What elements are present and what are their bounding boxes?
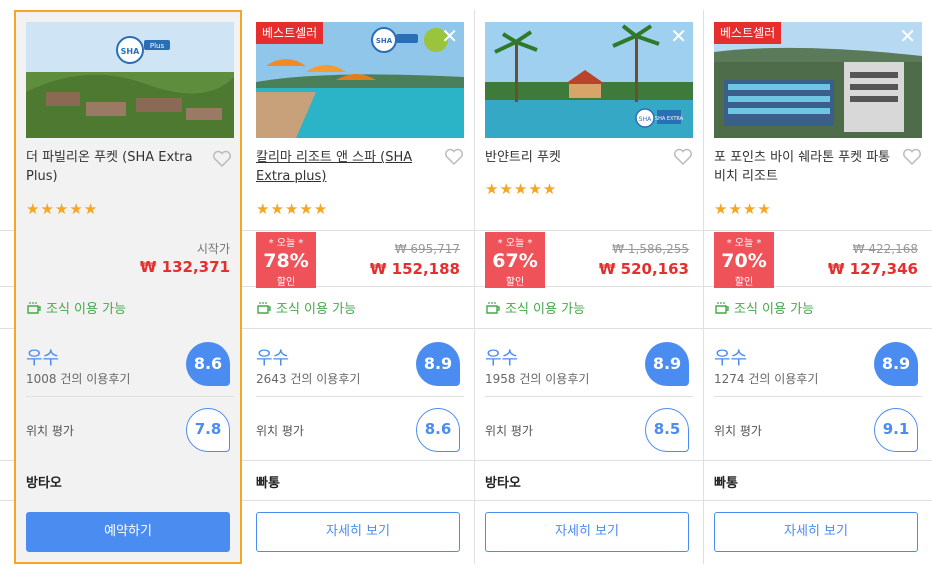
divider <box>26 396 234 397</box>
review-count[interactable]: 1958 건의 이용후기 <box>485 370 589 387</box>
location-score: 8.5 <box>645 408 689 452</box>
rating-word: 우수 <box>714 348 748 369</box>
location-score: 7.8 <box>186 408 230 452</box>
rating-word: 우수 <box>485 348 519 369</box>
bestseller-badge: 베스트셀러 <box>256 22 324 44</box>
divider <box>256 396 464 397</box>
review-count[interactable]: 1008 건의 이용후기 <box>26 370 130 387</box>
close-icon[interactable]: ✕ <box>899 26 916 46</box>
breakfast-label: 조식 이용 가능 <box>46 302 127 317</box>
original-price: ₩ 1,586,255 <box>612 242 689 256</box>
location-score: 8.6 <box>416 408 460 452</box>
palm-pool-image: SHA SHA EXTRA <box>485 22 693 138</box>
heart-outline-icon[interactable] <box>673 148 693 166</box>
hotel-card-1[interactable]: SHA Plus 더 파빌리온 푸켓 (SHA Extra Plus) ★★★★… <box>14 10 242 564</box>
hotel-name[interactable]: 포 포인츠 바이 쉐라톤 푸켓 파통 비치 리조트 <box>714 148 894 186</box>
hotel-comparison: SHA Plus 더 파빌리온 푸켓 (SHA Extra Plus) ★★★★… <box>0 0 932 574</box>
original-price: ₩ 422,168 <box>852 242 918 256</box>
breakfast-available: 조식 이용 가능 <box>485 298 585 317</box>
price: ₩ 132,371 <box>139 258 230 276</box>
area-name: 빠통 <box>714 476 738 491</box>
location-rating-label: 위치 평가 <box>256 424 304 438</box>
hotel-name[interactable]: 반얀트리 푸켓 <box>485 148 665 167</box>
deal-suffix: 할인 <box>505 277 525 288</box>
today-deal-badge: * 오늘 * 70% 할인 <box>714 232 774 288</box>
deal-percent: 78% <box>263 250 309 272</box>
heart-outline-icon[interactable] <box>902 148 922 166</box>
original-price: ₩ 695,717 <box>394 242 460 256</box>
price: ₩ 152,188 <box>369 260 460 278</box>
hotel-photo[interactable]: 베스트셀러 ✕ <box>714 22 922 138</box>
details-button[interactable]: 자세히 보기 <box>256 512 460 552</box>
divider <box>714 396 922 397</box>
breakfast-label: 조식 이용 가능 <box>505 302 586 317</box>
deal-suffix: 할인 <box>734 277 754 288</box>
hotel-photo[interactable]: SHA SHA EXTRA ✕ <box>485 22 693 138</box>
breakfast-label: 조식 이용 가능 <box>734 302 815 317</box>
price: ₩ 520,163 <box>598 260 689 278</box>
location-rating-label: 위치 평가 <box>714 424 762 438</box>
coffee-cup-icon <box>257 301 271 314</box>
sha-extra-logo: SHA EXTRA <box>655 116 684 122</box>
hotel-photo[interactable]: SHA Plus <box>26 22 234 138</box>
coffee-cup-icon <box>715 301 729 314</box>
heart-outline-icon[interactable] <box>444 148 464 166</box>
deal-percent: 70% <box>721 250 767 272</box>
svg-text:SHA: SHA <box>121 47 140 56</box>
area-name: 방타오 <box>26 476 62 491</box>
area-name: 빠통 <box>256 476 280 491</box>
details-button[interactable]: 자세히 보기 <box>485 512 689 552</box>
deal-percent: 67% <box>492 250 538 272</box>
star-rating: ★★★★ <box>714 200 772 218</box>
coffee-cup-icon <box>486 301 500 314</box>
close-icon[interactable]: ✕ <box>670 26 687 46</box>
hotel-name[interactable]: 칼리마 리조트 앤 스파 (SHA Extra plus) <box>256 148 436 186</box>
area-name: 방타오 <box>485 476 521 491</box>
today-deal-badge: * 오늘 * 67% 할인 <box>485 232 545 288</box>
location-rating-label: 위치 평가 <box>485 424 533 438</box>
breakfast-available: 조식 이용 가능 <box>256 298 356 317</box>
breakfast-available: 조식 이용 가능 <box>714 298 814 317</box>
bestseller-badge: 베스트셀러 <box>714 22 782 44</box>
book-button[interactable]: 예약하기 <box>26 512 230 552</box>
review-score: 8.9 <box>416 342 460 386</box>
breakfast-available: 조식 이용 가능 <box>26 298 126 317</box>
svg-text:SHA: SHA <box>376 37 393 45</box>
location-score: 9.1 <box>874 408 918 452</box>
breakfast-label: 조식 이용 가능 <box>276 302 357 317</box>
location-rating-label: 위치 평가 <box>26 424 74 438</box>
review-score: 8.9 <box>645 342 689 386</box>
rating-word: 우수 <box>256 348 290 369</box>
details-button[interactable]: 자세히 보기 <box>714 512 918 552</box>
close-icon[interactable]: ✕ <box>441 26 458 46</box>
review-count[interactable]: 2643 건의 이용후기 <box>256 370 360 387</box>
hotel-card-3[interactable]: SHA SHA EXTRA ✕ 반얀트리 푸켓 ★★★★★ * 오늘 * 67%… <box>473 10 701 564</box>
today-deal-badge: * 오늘 * 78% 할인 <box>256 232 316 288</box>
rating-word: 우수 <box>26 348 60 369</box>
hotel-photo[interactable]: SHA 베스트셀러 ✕ <box>256 22 464 138</box>
heart-outline-icon[interactable] <box>212 150 232 168</box>
svg-text:Plus: Plus <box>150 42 165 50</box>
resort-hillside-image: SHA Plus <box>26 22 234 138</box>
from-price-label: 시작가 <box>196 242 230 256</box>
hotel-card-4[interactable]: 베스트셀러 ✕ 포 포인츠 바이 쉐라톤 푸켓 파통 비치 리조트 ★★★★ *… <box>702 10 930 564</box>
coffee-cup-icon <box>27 301 41 314</box>
svg-text:SHA: SHA <box>639 116 652 123</box>
star-rating: ★★★★★ <box>26 200 99 218</box>
deal-label: * 오늘 * <box>497 238 533 249</box>
star-rating: ★★★★★ <box>256 200 329 218</box>
review-count[interactable]: 1274 건의 이용후기 <box>714 370 818 387</box>
review-score: 8.6 <box>186 342 230 386</box>
divider <box>485 396 693 397</box>
deal-suffix: 할인 <box>276 277 296 288</box>
hotel-name[interactable]: 더 파빌리온 푸켓 (SHA Extra Plus) <box>26 148 206 186</box>
deal-label: * 오늘 * <box>268 238 304 249</box>
hotel-card-2[interactable]: SHA 베스트셀러 ✕ 칼리마 리조트 앤 스파 (SHA Extra plus… <box>244 10 472 564</box>
review-score: 8.9 <box>874 342 918 386</box>
price: ₩ 127,346 <box>827 260 918 278</box>
star-rating: ★★★★★ <box>485 180 558 198</box>
deal-label: * 오늘 * <box>726 238 762 249</box>
